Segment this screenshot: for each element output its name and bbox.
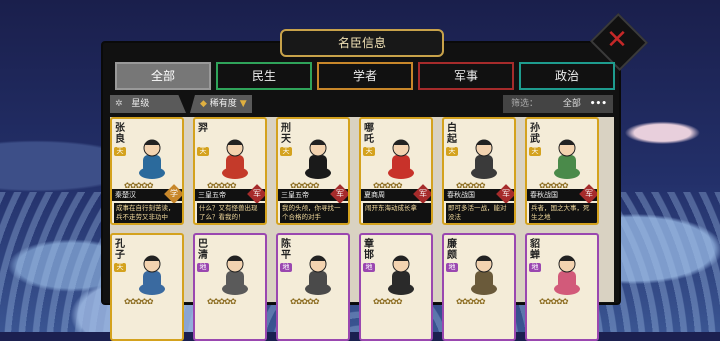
role-badge: 军	[579, 184, 597, 204]
star-rating: ✿✿✿✿✿	[290, 297, 320, 306]
minister-card[interactable]: 哪吒天 ✿✿✿✿✿ 夏商周军闹开东海动成长拿	[359, 117, 433, 225]
minister-name: 巴清	[198, 239, 208, 261]
role-badge: 军	[496, 184, 514, 204]
rank-badge: 天	[197, 147, 209, 156]
minister-quote: 我的头颅，你寻找一个合格的对手	[280, 203, 348, 223]
role-label: 军	[502, 189, 510, 198]
minister-name: 孔子	[115, 239, 125, 261]
diamond-icon: ◆	[200, 99, 207, 109]
rank-badge: 地	[529, 263, 541, 272]
role-label: 学	[170, 189, 178, 198]
minister-card[interactable]: 张良天 ✿✿✿✿✿ 秦楚汉学成事在自行刻苦读，兵不走劳又非功中	[110, 117, 184, 225]
role-label: 军	[419, 189, 427, 198]
screen-value: 全部	[562, 99, 581, 109]
minister-card[interactable]: 羿天 ✿✿✿✿✿ 三皇五帝军什么？又有怪兽出现了么？看我的！	[193, 117, 267, 225]
minister-name: 廉颇	[447, 239, 457, 261]
minister-quote: 闹开东海动成长拿	[363, 203, 431, 223]
minister-quote: 即可多活一战，能对没法	[446, 203, 514, 223]
rank-badge: 天	[114, 147, 126, 156]
gear-icon: ✲	[115, 99, 123, 109]
minister-portrait	[549, 249, 585, 295]
tab-politics[interactable]: 政治	[519, 62, 615, 90]
sort-star-label: 星级	[131, 99, 150, 109]
rank-badge: 天	[363, 147, 375, 156]
rank-badge: 天	[114, 263, 126, 272]
minister-portrait	[466, 133, 502, 179]
rank-badge: 地	[363, 263, 375, 272]
sort-rarity-label: 稀有度	[209, 99, 237, 109]
filter-bar: ✲ 星级 ◆ 稀有度 ▼ 筛选： 全部 •••	[110, 95, 614, 113]
minister-name: 羿	[198, 123, 208, 134]
minister-card[interactable]: 孔子天 ✿✿✿✿✿	[110, 233, 184, 341]
rank-badge: 天	[280, 147, 292, 156]
minister-portrait	[383, 133, 419, 179]
minister-portrait	[300, 133, 336, 179]
sort-star-button[interactable]: ✲ 星级	[110, 95, 186, 113]
minister-quote: 成事在自行刻苦读，兵不走劳又非功中	[114, 203, 182, 223]
minister-portrait	[217, 249, 253, 295]
more-dots-icon[interactable]: •••	[590, 95, 607, 113]
tab-scholar[interactable]: 学者	[317, 62, 413, 90]
role-label: 军	[336, 189, 344, 198]
minister-name: 哪吒	[364, 123, 374, 145]
rank-badge: 天	[529, 147, 541, 156]
role-label: 军	[585, 189, 593, 198]
minister-name: 章邯	[364, 239, 374, 261]
screen-label: 筛选：	[511, 99, 539, 109]
star-rating: ✿✿✿✿✿	[539, 297, 569, 306]
minister-card[interactable]: 孙武天 ✿✿✿✿✿ 春秋战国军兵者，国之大事，死生之地	[525, 117, 599, 225]
role-badge: 军	[247, 184, 265, 204]
minister-portrait	[300, 249, 336, 295]
tab-military[interactable]: 军事	[418, 62, 514, 90]
minister-name: 貂蝉	[530, 239, 540, 261]
minister-name: 张良	[115, 123, 125, 145]
minister-portrait	[217, 133, 253, 179]
star-rating: ✿✿✿✿✿	[124, 297, 154, 306]
minister-card[interactable]: 白起天 ✿✿✿✿✿ 春秋战国军即可多活一战，能对没法	[442, 117, 516, 225]
minister-card[interactable]: 陈平地 ✿✿✿✿✿	[276, 233, 350, 341]
minister-card[interactable]: 章邯地 ✿✿✿✿✿	[359, 233, 433, 341]
role-badge: 军	[413, 184, 431, 204]
minister-card[interactable]: 貂蝉地 ✿✿✿✿✿	[525, 233, 599, 341]
tab-all[interactable]: 全部	[115, 62, 211, 90]
role-label: 军	[253, 189, 261, 198]
screen-filter[interactable]: 筛选： 全部 •••	[503, 95, 613, 113]
rank-badge: 地	[197, 263, 209, 272]
minister-card[interactable]: 刑天天 ✿✿✿✿✿ 三皇五帝军我的头颅，你寻找一个合格的对手	[276, 117, 350, 225]
tab-livelihood[interactable]: 民生	[216, 62, 312, 90]
chevron-down-icon: ▼	[239, 99, 247, 109]
minister-grid: 张良天 ✿✿✿✿✿ 秦楚汉学成事在自行刻苦读，兵不走劳又非功中羿天 ✿✿✿✿✿ 三皇五帝…	[110, 117, 614, 341]
role-badge: 学	[164, 184, 182, 204]
minister-quote: 兵者，国之大事，死生之地	[529, 203, 597, 223]
minister-name: 孙武	[530, 123, 540, 145]
category-tabs: 全部 民生 学者 军事 政治	[115, 62, 615, 90]
rank-badge: 地	[446, 263, 458, 272]
minister-card[interactable]: 巴清地 ✿✿✿✿✿	[193, 233, 267, 341]
close-icon[interactable]: ✕	[604, 27, 630, 53]
minister-quote: 什么？又有怪兽出现了么？看我的！	[197, 203, 265, 223]
minister-portrait	[549, 133, 585, 179]
minister-portrait	[383, 249, 419, 295]
star-rating: ✿✿✿✿✿	[207, 297, 237, 306]
sort-rarity-button[interactable]: ◆ 稀有度 ▼	[190, 95, 252, 113]
minister-card[interactable]: 廉颇地 ✿✿✿✿✿	[442, 233, 516, 341]
minister-name: 白起	[447, 123, 457, 145]
minister-portrait	[134, 249, 170, 295]
minister-name: 刑天	[281, 123, 291, 145]
star-rating: ✿✿✿✿✿	[373, 297, 403, 306]
minister-portrait	[134, 133, 170, 179]
star-rating: ✿✿✿✿✿	[456, 297, 486, 306]
minister-portrait	[466, 249, 502, 295]
panel-title: 名臣信息	[280, 29, 444, 57]
rank-badge: 地	[280, 263, 292, 272]
rank-badge: 天	[446, 147, 458, 156]
role-badge: 军	[330, 184, 348, 204]
minister-name: 陈平	[281, 239, 291, 261]
